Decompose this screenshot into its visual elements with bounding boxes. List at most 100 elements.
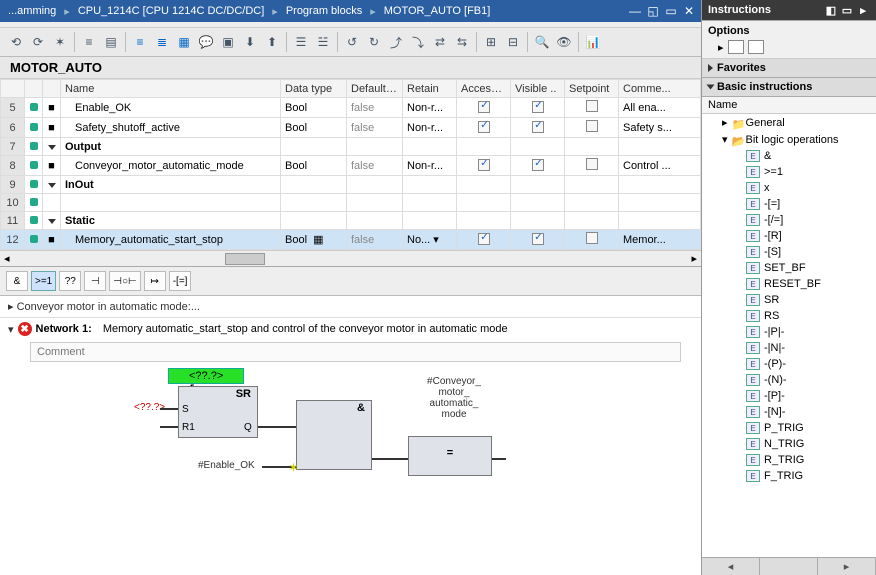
palette-branch[interactable]: ↦ bbox=[144, 271, 166, 291]
column-header[interactable] bbox=[1, 80, 25, 98]
expand-icon[interactable] bbox=[48, 219, 56, 224]
scroll-right-icon[interactable]: ▸ bbox=[818, 558, 876, 575]
instruction-item[interactable]: E-[/=] bbox=[702, 212, 876, 228]
instruction-item[interactable]: ER_TRIG bbox=[702, 452, 876, 468]
checkbox[interactable] bbox=[532, 233, 544, 245]
tool-icon[interactable]: ⊟ bbox=[503, 32, 523, 52]
instruction-item[interactable]: E-[N]- bbox=[702, 404, 876, 420]
maximize-icon[interactable]: ▭ bbox=[663, 4, 679, 18]
palette-contact[interactable]: ⊣ bbox=[84, 271, 106, 291]
chevron-right-icon[interactable]: ▸ bbox=[856, 3, 870, 17]
breadcrumb-item[interactable]: MOTOR_AUTO [FB1] bbox=[380, 5, 495, 17]
minimize-icon[interactable]: — bbox=[627, 4, 643, 18]
checkbox[interactable] bbox=[478, 233, 490, 245]
column-header[interactable]: Name bbox=[61, 80, 281, 98]
tool-icon[interactable]: 📊 bbox=[583, 32, 603, 52]
tool-icon[interactable]: ≣ bbox=[152, 32, 172, 52]
checkbox[interactable] bbox=[532, 121, 544, 133]
palette-or[interactable]: >=1 bbox=[31, 271, 56, 291]
checkbox[interactable] bbox=[478, 121, 490, 133]
table-row[interactable]: 7Output bbox=[1, 138, 701, 156]
instruction-item[interactable]: E-(P)- bbox=[702, 356, 876, 372]
tool-icon[interactable]: 👁 bbox=[554, 32, 574, 52]
enable-ok-operand[interactable]: #Enable_OK bbox=[198, 460, 255, 471]
instruction-item[interactable]: E-[=] bbox=[702, 196, 876, 212]
instruction-item[interactable]: E>=1 bbox=[702, 164, 876, 180]
tool-icon[interactable]: ▦ bbox=[174, 32, 194, 52]
tool-icon[interactable]: ▣ bbox=[218, 32, 238, 52]
chevron-right-icon[interactable]: ▸ bbox=[718, 41, 724, 54]
column-header[interactable]: Data type bbox=[281, 80, 347, 98]
network-comment[interactable]: Comment bbox=[30, 342, 681, 362]
tool-icon[interactable]: ✶ bbox=[50, 32, 70, 52]
checkbox[interactable] bbox=[478, 159, 490, 171]
tree-folder-general[interactable]: ▸📁General bbox=[702, 114, 876, 131]
tool-icon[interactable]: 🔍 bbox=[532, 32, 552, 52]
breadcrumb-item[interactable]: CPU_1214C [CPU 1214C DC/DC/DC] bbox=[74, 5, 268, 17]
column-header[interactable]: Visible .. bbox=[511, 80, 565, 98]
network-header[interactable]: ▾ ✖ Network 1: Memory automatic_start_st… bbox=[0, 317, 701, 340]
table-row[interactable]: 8■Conveyor_motor_automatic_modeBoolfalse… bbox=[1, 156, 701, 176]
tool-icon[interactable]: ⟳ bbox=[28, 32, 48, 52]
column-header[interactable]: Setpoint bbox=[565, 80, 619, 98]
table-row[interactable]: 10 bbox=[1, 194, 701, 212]
instruction-item[interactable]: EN_TRIG bbox=[702, 436, 876, 452]
instruction-item[interactable]: ESR bbox=[702, 292, 876, 308]
checkbox[interactable] bbox=[586, 100, 598, 112]
expand-icon[interactable] bbox=[48, 183, 56, 188]
tool-icon[interactable]: ⇄ bbox=[430, 32, 450, 52]
instruction-item[interactable]: E-|P|- bbox=[702, 324, 876, 340]
tool-icon[interactable]: ↺ bbox=[342, 32, 362, 52]
instruction-item[interactable]: Ex bbox=[702, 180, 876, 196]
fbd-canvas[interactable]: <??.?> ↖ SR S R1 Q <??.?> ... & #Enable_… bbox=[30, 368, 701, 528]
sr-operand[interactable]: <??.?> ↖ bbox=[168, 368, 244, 384]
tool-icon[interactable]: ⬇ bbox=[240, 32, 260, 52]
tool-icon[interactable]: ⟲ bbox=[6, 32, 26, 52]
instruction-item[interactable]: ERS bbox=[702, 308, 876, 324]
panel-icon[interactable]: ▭ bbox=[840, 3, 854, 17]
restore-icon[interactable]: ◱ bbox=[645, 4, 661, 18]
palette-ncontact[interactable]: ⊣○⊢ bbox=[109, 271, 140, 291]
tool-icon[interactable]: ⤵ bbox=[408, 32, 428, 52]
and-block[interactable]: & bbox=[296, 400, 372, 470]
tool-icon[interactable]: ☰ bbox=[291, 32, 311, 52]
instruction-item[interactable]: E-[S] bbox=[702, 244, 876, 260]
tool-icon[interactable]: ▤ bbox=[101, 32, 121, 52]
table-row[interactable]: 12■Memory_automatic_start_stopBool ▦fals… bbox=[1, 230, 701, 250]
expand-icon[interactable] bbox=[48, 145, 56, 150]
tool-icon[interactable]: ⤴ bbox=[386, 32, 406, 52]
instruction-item[interactable]: EP_TRIG bbox=[702, 420, 876, 436]
tree-folder-bitlogic[interactable]: ▾📂Bit logic operations bbox=[702, 131, 876, 148]
table-row[interactable]: 6■Safety_shutoff_activeBoolfalseNon-r...… bbox=[1, 118, 701, 138]
favorites-accordion[interactable]: Favorites bbox=[702, 59, 876, 78]
panel-icon[interactable]: ◧ bbox=[824, 3, 838, 17]
horizontal-scrollbar[interactable]: ◂▸ bbox=[0, 250, 701, 266]
instruction-item[interactable]: E-[R] bbox=[702, 228, 876, 244]
breadcrumb-item[interactable]: Program blocks bbox=[282, 5, 366, 17]
basic-instructions-accordion[interactable]: Basic instructions bbox=[702, 78, 876, 97]
column-header[interactable] bbox=[25, 80, 43, 98]
table-row[interactable]: 11Static bbox=[1, 212, 701, 230]
instruction-item[interactable]: EF_TRIG bbox=[702, 468, 876, 484]
tool-icon[interactable]: ⬆ bbox=[262, 32, 282, 52]
output-operand[interactable]: #Conveyor_ motor_ automatic_ mode bbox=[414, 376, 494, 420]
assign-block[interactable]: = bbox=[408, 436, 492, 476]
checkbox[interactable] bbox=[586, 158, 598, 170]
column-header[interactable]: Accessi... bbox=[457, 80, 511, 98]
checkbox[interactable] bbox=[532, 101, 544, 113]
column-header[interactable]: Comme... bbox=[619, 80, 701, 98]
table-row[interactable]: 5■Enable_OKBoolfalseNon-r...All ena... bbox=[1, 98, 701, 118]
table-row[interactable]: 9InOut bbox=[1, 176, 701, 194]
instruction-item[interactable]: E-|N|- bbox=[702, 340, 876, 356]
tool-icon[interactable]: ⇆ bbox=[452, 32, 472, 52]
instruction-item[interactable]: E-(N)- bbox=[702, 372, 876, 388]
view-detail-icon[interactable] bbox=[748, 40, 764, 54]
checkbox[interactable] bbox=[478, 101, 490, 113]
instruction-item[interactable]: E-[P]- bbox=[702, 388, 876, 404]
view-list-icon[interactable] bbox=[728, 40, 744, 54]
close-icon[interactable]: ✕ bbox=[681, 4, 697, 18]
palette-empty[interactable]: ?? bbox=[59, 271, 81, 291]
column-header[interactable]: Retain bbox=[403, 80, 457, 98]
breadcrumb-item[interactable]: ...amming bbox=[4, 5, 60, 17]
checkbox[interactable] bbox=[586, 120, 598, 132]
